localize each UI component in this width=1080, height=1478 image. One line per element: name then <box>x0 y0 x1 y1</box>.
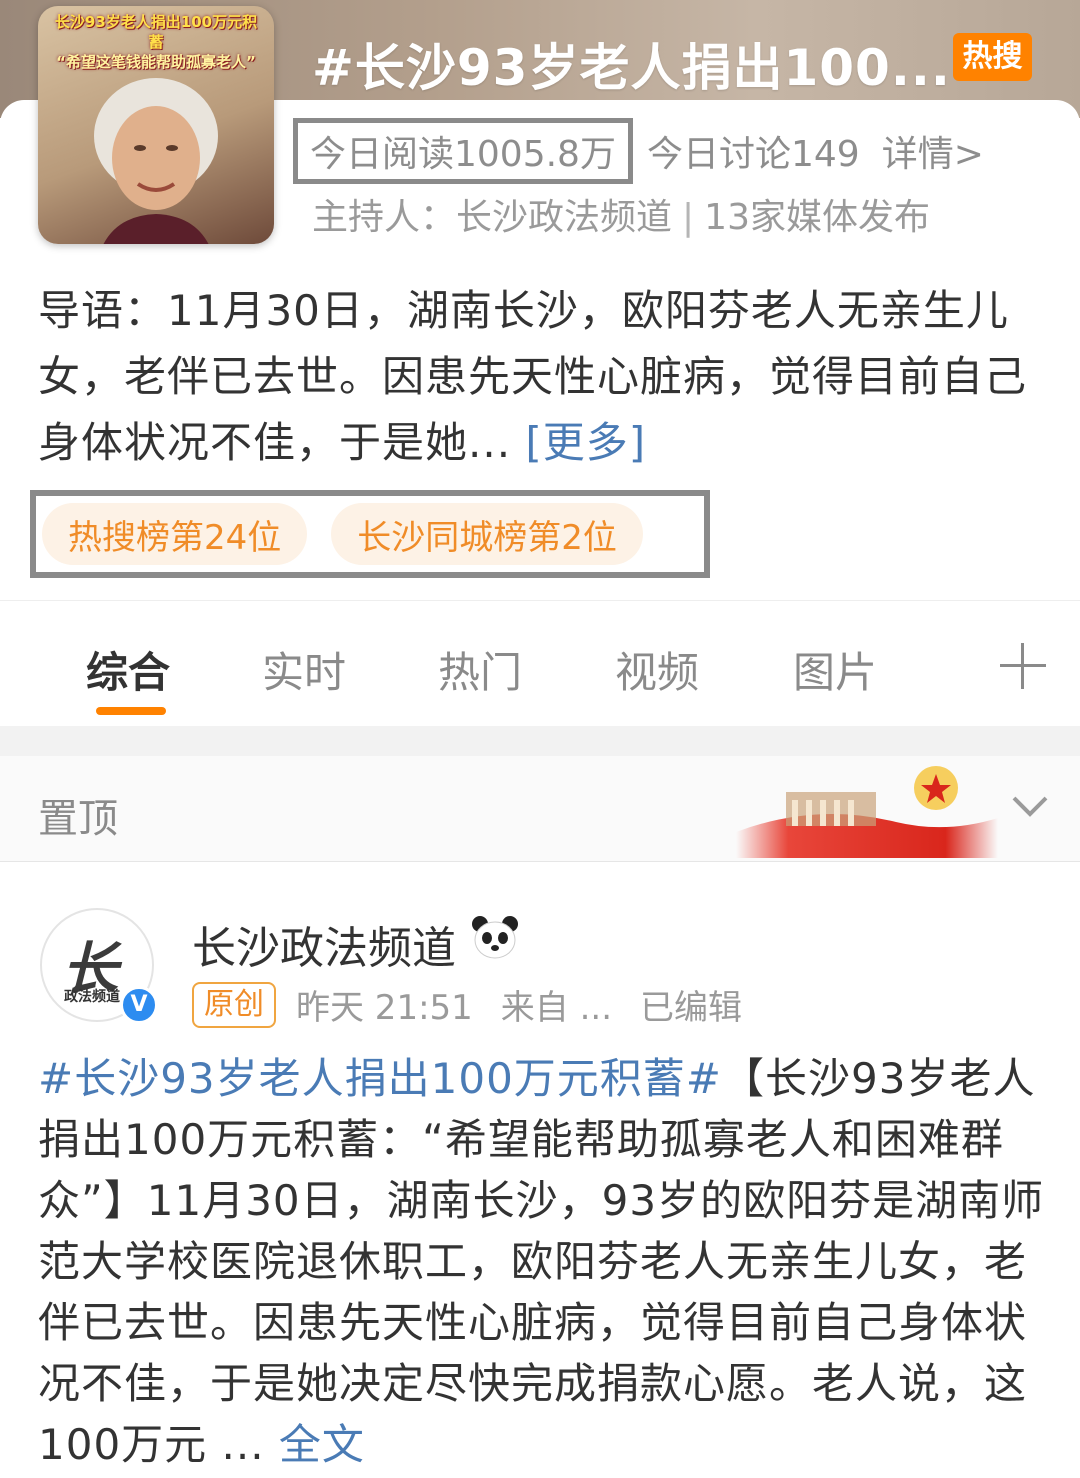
rank-chip-city[interactable]: 长沙同城榜第2位 <box>331 503 643 565</box>
topic-stats: 今日阅读1005.8万 今日讨论149 详情> <box>293 118 984 184</box>
pinned-banner-image <box>736 766 998 858</box>
elderly-woman-portrait <box>94 78 218 244</box>
divider: | <box>682 197 695 238</box>
verified-icon: V <box>120 986 158 1024</box>
post-source: 来自 ... <box>500 988 613 1028</box>
tab-hot[interactable]: 热门 <box>438 639 522 700</box>
panda-icon <box>472 916 518 959</box>
chevron-down-icon[interactable] <box>1010 790 1050 820</box>
host-name[interactable]: 长沙政法频道 <box>456 197 672 238</box>
pinned-label: 置顶 <box>38 796 118 842</box>
feed-tabs: 综合 实时 热门 视频 图片 <box>0 600 1080 726</box>
post-time: 昨天 21:51 <box>296 988 473 1028</box>
cover-caption: 长沙93岁老人捐出100万元积蓄 “希望这笔钱能帮助孤寡老人” <box>48 12 264 72</box>
topic-cover-image[interactable]: 长沙93岁老人捐出100万元积蓄 “希望这笔钱能帮助孤寡老人” <box>38 6 274 244</box>
discussions-today: 今日讨论149 <box>646 134 860 175</box>
post-body-text: 【长沙93岁老人捐出100万元积蓄：“希望能帮助孤寡老人和困难群众”】11月30… <box>38 1054 1045 1469</box>
reads-today: 今日阅读1005.8万 <box>293 118 633 184</box>
topic-intro: 导语：11月30日，湖南长沙，欧阳芬老人无亲生儿女，老伴已去世。因患先天性心脏病… <box>38 278 1048 476</box>
topic-header: 长沙93岁老人捐出100万元积蓄 “希望这笔钱能帮助孤寡老人” #长沙93岁老人… <box>0 0 1080 600</box>
tab-video[interactable]: 视频 <box>615 639 699 700</box>
media-count[interactable]: 13家媒体发布 <box>704 197 930 238</box>
details-link[interactable]: 详情> <box>882 125 984 177</box>
cover-caption-top: 长沙93岁老人捐出100万元积蓄 <box>54 13 258 51</box>
rank-chip-hot-search[interactable]: 热搜榜第24位 <box>42 503 308 565</box>
tab-images[interactable]: 图片 <box>793 639 877 700</box>
section-divider <box>0 726 1080 756</box>
edited-label[interactable]: 已编辑 <box>640 980 742 1029</box>
intro-more-link[interactable]: [更多] <box>525 418 646 467</box>
author-name[interactable]: 长沙政法频道 <box>192 912 456 976</box>
reads-today-label: 今日阅读1005.8万 <box>310 134 616 175</box>
avatar-subtext: 政法频道 <box>64 989 120 1005</box>
post-card: 长 政法频道 V 长沙政法频道 原创 昨天 21:51 来自 ... 已编辑 #… <box>0 862 1080 1478</box>
fulltext-link[interactable]: 全文 <box>279 1420 365 1469</box>
pinned-bar[interactable]: 置顶 <box>0 756 1080 862</box>
plus-icon[interactable] <box>1000 643 1046 689</box>
hot-search-badge: 热搜 <box>953 33 1032 81</box>
active-tab-indicator <box>96 707 166 715</box>
post-body: #长沙93岁老人捐出100万元积蓄#【长沙93岁老人捐出100万元积蓄：“希望能… <box>38 1048 1050 1475</box>
post-hashtag[interactable]: #长沙93岁老人捐出100万元积蓄# <box>38 1054 722 1103</box>
post-meta: 原创 昨天 21:51 来自 ... 已编辑 <box>192 980 770 1029</box>
tab-comprehensive[interactable]: 综合 <box>86 639 170 700</box>
host-info: 主持人：长沙政法频道 | 13家媒体发布 <box>312 188 930 240</box>
tab-realtime[interactable]: 实时 <box>262 639 346 700</box>
topic-title: #长沙93岁老人捐出100... <box>312 39 951 97</box>
original-badge: 原创 <box>192 981 276 1028</box>
rank-chips: 热搜榜第24位 长沙同城榜第2位 <box>30 490 710 578</box>
host-label: 主持人： <box>312 197 457 238</box>
